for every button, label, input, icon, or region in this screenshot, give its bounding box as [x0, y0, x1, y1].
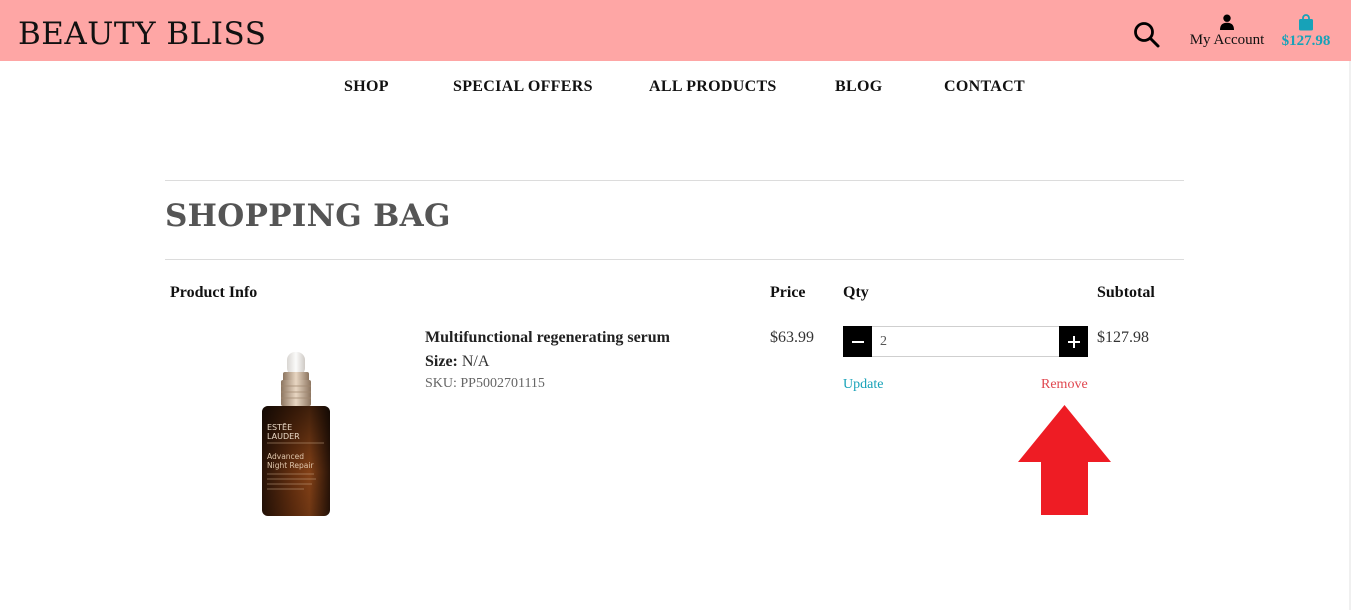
- search-icon: [1134, 22, 1160, 48]
- cart-total: $127.98: [1281, 33, 1331, 49]
- main-nav: SHOP SPECIAL OFFERS ALL PRODUCTS BLOG CO…: [0, 78, 1351, 102]
- my-account-link[interactable]: My Account: [1184, 14, 1270, 56]
- product-sku: SKU: PP5002701115: [425, 376, 545, 391]
- top-header: BEAUTY BLISS My Account $127.98: [0, 0, 1351, 61]
- search-button[interactable]: [1132, 20, 1162, 50]
- divider-top: [165, 180, 1184, 181]
- col-header-price: Price: [770, 284, 806, 301]
- page-title: SHOPPING BAG: [165, 198, 451, 234]
- remove-link[interactable]: Remove: [1041, 377, 1088, 393]
- product-size-label: Size:: [425, 353, 458, 370]
- update-link[interactable]: Update: [843, 377, 883, 393]
- brand-logo[interactable]: BEAUTY BLISS: [18, 16, 266, 52]
- nav-item-blog[interactable]: BLOG: [835, 78, 882, 96]
- product-size: Size: N/A: [425, 353, 489, 371]
- serum-bottle-image: ESTĒE LAUDER Advanced Night Repair: [262, 352, 330, 516]
- annotation-arrow-up-icon: [1018, 405, 1111, 515]
- my-account-label: My Account: [1189, 32, 1265, 48]
- plus-icon: [1067, 336, 1080, 348]
- nav-item-special-offers[interactable]: SPECIAL OFFERS: [453, 78, 593, 96]
- col-header-subtotal: Subtotal: [1097, 284, 1155, 301]
- nav-item-shop[interactable]: SHOP: [344, 78, 389, 96]
- minus-icon: [851, 341, 864, 343]
- product-subtotal: $127.98: [1097, 329, 1149, 346]
- qty-increase-button[interactable]: [1059, 326, 1088, 357]
- bottle-brand-line1: ESTĒE: [267, 422, 292, 432]
- user-icon: [1220, 14, 1234, 30]
- bottle-product-line1: Advanced: [267, 452, 304, 461]
- bottle-brand-line2: LAUDER: [267, 432, 300, 441]
- quantity-input[interactable]: [872, 327, 1059, 356]
- nav-item-contact[interactable]: CONTACT: [944, 78, 1025, 96]
- product-size-value: N/A: [461, 353, 490, 370]
- divider-bottom: [165, 259, 1184, 260]
- col-header-qty: Qty: [843, 284, 869, 301]
- qty-decrease-button[interactable]: [843, 326, 872, 357]
- shopping-bag-icon: [1299, 14, 1313, 31]
- bottle-product-line2: Night Repair: [267, 461, 314, 470]
- product-price: $63.99: [770, 329, 814, 346]
- nav-item-all-products[interactable]: ALL PRODUCTS: [649, 78, 777, 96]
- product-image[interactable]: ESTĒE LAUDER Advanced Night Repair: [254, 346, 338, 522]
- col-header-product-info: Product Info: [170, 284, 258, 301]
- cart-button[interactable]: $127.98: [1276, 14, 1336, 56]
- quantity-stepper: [843, 326, 1088, 357]
- product-name[interactable]: Multifunctional regenerating serum: [425, 329, 670, 347]
